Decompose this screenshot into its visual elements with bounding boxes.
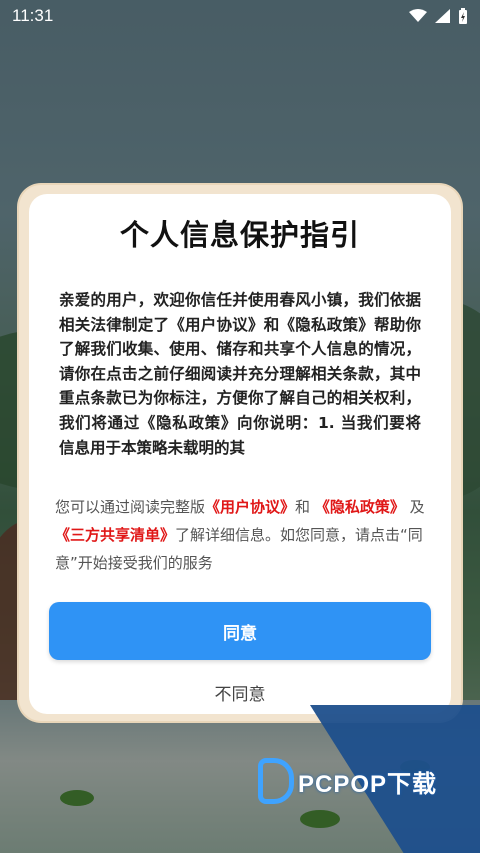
status-bar: 11:31	[0, 0, 480, 32]
dialog-note: 您可以通过阅读完整版《用户协议》和 《隐私政策》 及 《三方共享清单》了解详细信…	[55, 493, 429, 577]
dialog-title: 个人信息保护指引	[119, 218, 360, 252]
note-and2: 及	[409, 498, 425, 516]
watermark-text: PCPOP下载	[298, 770, 438, 798]
wifi-icon	[409, 9, 427, 22]
agree-button[interactable]: 同意	[49, 602, 431, 660]
status-time: 11:31	[12, 6, 54, 25]
watermark-logo: PCPOP下载	[258, 758, 437, 804]
privacy-dialog: 个人信息保护指引 亲爱的用户，欢迎你信任并使用春风小镇，我们依据相关法律制定了《…	[29, 194, 451, 714]
third-party-list-link[interactable]: 《三方共享清单》	[55, 526, 175, 544]
cellular-signal-icon	[435, 9, 450, 23]
user-agreement-link[interactable]: 《用户协议》	[205, 498, 295, 516]
disagree-button[interactable]: 不同意	[29, 680, 451, 705]
note-prefix: 您可以通过阅读完整版	[55, 498, 206, 516]
note-and: 和	[295, 498, 311, 516]
dialog-body-text[interactable]: 亲爱的用户，欢迎你信任并使用春风小镇，我们依据相关法律制定了《用户协议》和《隐私…	[59, 288, 421, 483]
watermark-p-icon	[258, 758, 294, 804]
battery-charging-icon	[459, 8, 467, 24]
privacy-policy-link[interactable]: 《隐私政策》	[315, 498, 405, 516]
